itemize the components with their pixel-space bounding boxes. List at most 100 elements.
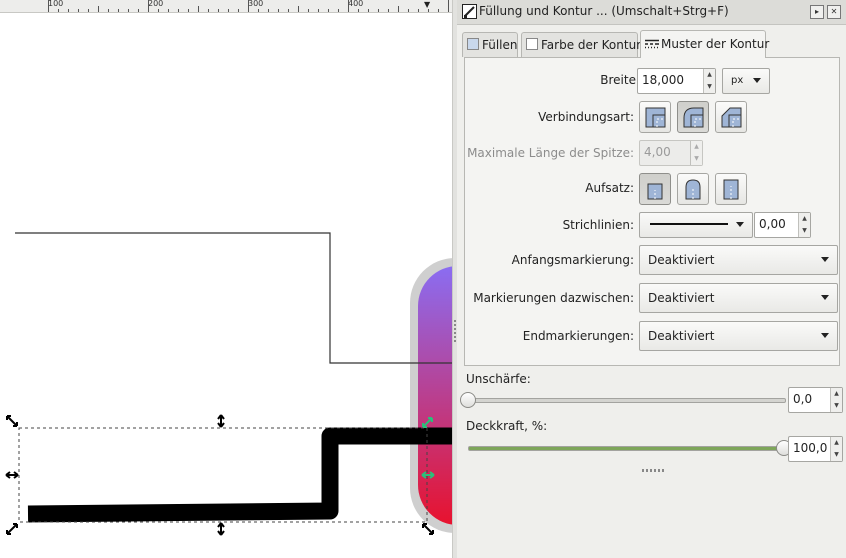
spin-arrows-icon[interactable]: ▲ ▼ [703, 69, 715, 93]
fill-stroke-dialog: Füllung und Kontur ... (Umschalt+Strg+F)… [457, 0, 846, 558]
spin-arrows-icon[interactable]: ▲ ▼ [690, 141, 702, 165]
tab-fill[interactable]: Füllen [462, 32, 518, 57]
divider-grip[interactable] [454, 320, 456, 344]
opacity-slider-track[interactable] [468, 446, 786, 451]
butt-cap-icon [647, 183, 663, 200]
dash-pattern-select[interactable] [639, 212, 753, 238]
tab-stroke-style[interactable]: Muster der Kontur [640, 30, 769, 58]
canvas-drawing[interactable] [0, 13, 452, 558]
dash-offset-spinbox[interactable]: 0,00 ▲ ▼ [754, 212, 811, 238]
width-label: Breite: [600, 73, 640, 87]
ruler-tick [58, 9, 59, 12]
ruler-tick [178, 9, 179, 12]
ruler-tick [348, 0, 349, 12]
join-label: Verbindungsart: [538, 110, 634, 124]
miter-limit-value: 4,00 [644, 145, 671, 159]
mid-marker-select[interactable]: Deaktiviert [639, 283, 838, 313]
unit-select[interactable]: px [722, 68, 770, 94]
bevel-join-icon [721, 107, 742, 128]
ruler-tick [418, 9, 419, 12]
chevron-down-icon [821, 333, 829, 338]
drawing-canvas[interactable] [0, 13, 452, 558]
ruler-tick [198, 6, 199, 12]
thick-stroke-path[interactable] [27, 427, 452, 523]
dash-offset-value: 0,00 [759, 217, 786, 231]
butt-cap-button[interactable] [639, 173, 671, 205]
opacity-spinbox[interactable]: 100,0 ▲ ▼ [788, 436, 843, 462]
ruler-tick [408, 9, 409, 12]
ruler-tick [428, 9, 429, 12]
ruler-tick [48, 0, 49, 12]
end-marker-value: Deaktiviert [648, 329, 715, 343]
round-join-button[interactable] [677, 101, 709, 133]
scale-arrow-icon[interactable] [6, 415, 18, 427]
ruler-tick [218, 9, 219, 12]
end-marker-select[interactable]: Deaktiviert [639, 321, 838, 351]
square-cap-button[interactable] [715, 173, 747, 205]
miter-join-button[interactable] [639, 101, 671, 133]
scale-arrow-icon[interactable] [6, 523, 18, 535]
dialog-close-button[interactable]: ✕ [827, 5, 841, 19]
ruler-tick [338, 9, 339, 12]
bevel-join-button[interactable] [715, 101, 747, 133]
ruler-tick [148, 0, 149, 12]
dialog-resize-grip[interactable] [642, 469, 664, 472]
dialog-titlebar[interactable]: Füllung und Kontur ... (Umschalt+Strg+F)… [457, 0, 846, 25]
blur-spinbox[interactable]: 0,0 ▲ ▼ [788, 387, 843, 413]
chevron-down-icon [736, 222, 744, 227]
round-cap-icon [685, 179, 701, 200]
ruler-tick [88, 9, 89, 12]
round-join-icon [683, 107, 704, 128]
round-cap-button[interactable] [677, 173, 709, 205]
tab-stroke-paint[interactable]: Farbe der Kontur [521, 32, 641, 57]
ruler-tick [118, 9, 119, 12]
spin-arrows-icon[interactable]: ▲ ▼ [798, 213, 810, 237]
ruler-tick [68, 9, 69, 12]
spin-arrows-icon[interactable]: ▲ ▼ [830, 437, 842, 461]
scale-arrow-icon[interactable] [5, 471, 19, 479]
scale-arrow-icon[interactable] [217, 414, 225, 428]
ruler-tick [378, 9, 379, 12]
miter-limit-label: Maximale Länge der Spitze: [467, 146, 634, 160]
ruler-tick [388, 9, 389, 12]
ruler-tick [438, 9, 439, 12]
unit-value: px [731, 75, 744, 86]
ruler-tick [298, 6, 299, 12]
stroke-style-icon [645, 39, 659, 49]
ruler-tick [288, 9, 289, 12]
ruler-tick [108, 9, 109, 12]
ruler-position-marker-icon: ▼ [424, 0, 431, 9]
miter-limit-spinbox[interactable]: 4,00 ▲ ▼ [639, 140, 703, 166]
ruler-tick [368, 9, 369, 12]
width-spinbox[interactable]: 18,000 ▲ ▼ [637, 68, 716, 94]
start-marker-select[interactable]: Deaktiviert [639, 245, 838, 275]
spin-arrows-icon[interactable]: ▲ ▼ [830, 388, 842, 412]
miter-join-icon [645, 107, 666, 128]
ruler-tick [168, 9, 169, 12]
dialog-expand-button[interactable]: ▸ [810, 5, 824, 19]
ruler-tick [78, 9, 79, 12]
ruler-tick [98, 6, 99, 12]
dialog-title: Füllung und Kontur ... (Umschalt+Strg+F) [479, 4, 729, 18]
ruler-tick [328, 9, 329, 12]
blur-slider-track[interactable] [468, 398, 786, 403]
tab-label: Füllen [482, 38, 518, 52]
horizontal-ruler[interactable]: 100 200 300 400 ▼ [0, 0, 453, 13]
fill-icon [467, 38, 479, 50]
chevron-down-icon [753, 78, 761, 83]
gradient-pill-shape[interactable] [418, 266, 452, 525]
ruler-label-400: 400 [348, 0, 364, 8]
ruler-tick [448, 0, 449, 12]
blur-slider-knob[interactable] [460, 392, 476, 408]
end-marker-label: Endmarkierungen: [522, 329, 634, 343]
ruler-tick [228, 9, 229, 12]
opacity-label: Deckkraft, %: [466, 419, 548, 433]
ruler-label-300: 300 [248, 0, 264, 8]
ruler-tick [358, 9, 359, 12]
thin-connector-path[interactable] [15, 232, 452, 364]
blur-value: 0,0 [793, 392, 813, 406]
scale-arrow-icon[interactable] [217, 522, 225, 536]
dash-pattern-preview [650, 223, 728, 225]
width-value: 18,000 [642, 73, 684, 87]
ruler-tick [248, 0, 249, 12]
